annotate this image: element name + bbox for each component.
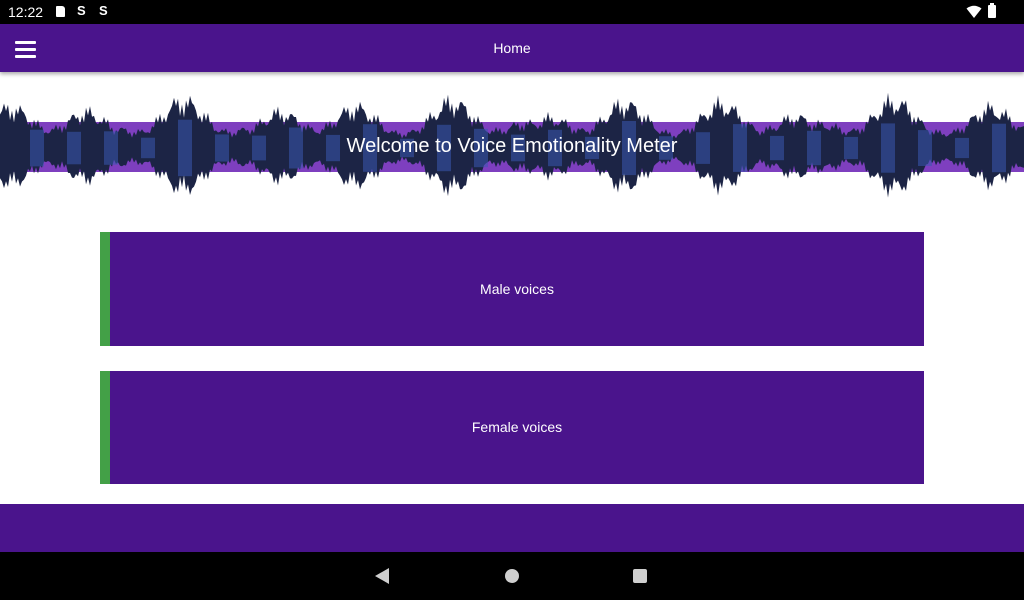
female-voices-label: Female voices xyxy=(471,419,563,435)
battery-icon xyxy=(988,3,996,18)
s-icon: S xyxy=(77,3,86,18)
footer-bar xyxy=(0,504,1024,552)
app-bar: Home xyxy=(0,24,1024,72)
page-title: Home xyxy=(493,40,531,56)
status-bar: 12:22 S S xyxy=(0,0,1024,24)
male-voices-button[interactable]: Male voices xyxy=(100,232,924,346)
s-icon: S xyxy=(99,3,108,18)
male-voices-label: Male voices xyxy=(480,281,554,297)
recents-icon[interactable] xyxy=(633,569,647,583)
home-icon[interactable] xyxy=(505,569,519,583)
wifi-icon xyxy=(966,5,982,18)
waveform-banner: Welcome to Voice Emotionality Meter xyxy=(0,86,1024,210)
back-icon[interactable] xyxy=(375,568,389,584)
female-voices-button[interactable]: Female voices xyxy=(100,371,924,484)
banner-title: Welcome to Voice Emotionality Meter xyxy=(346,135,678,157)
sd-card-icon xyxy=(56,6,65,17)
hamburger-menu-icon[interactable] xyxy=(10,36,42,62)
status-time: 12:22 xyxy=(8,4,44,20)
